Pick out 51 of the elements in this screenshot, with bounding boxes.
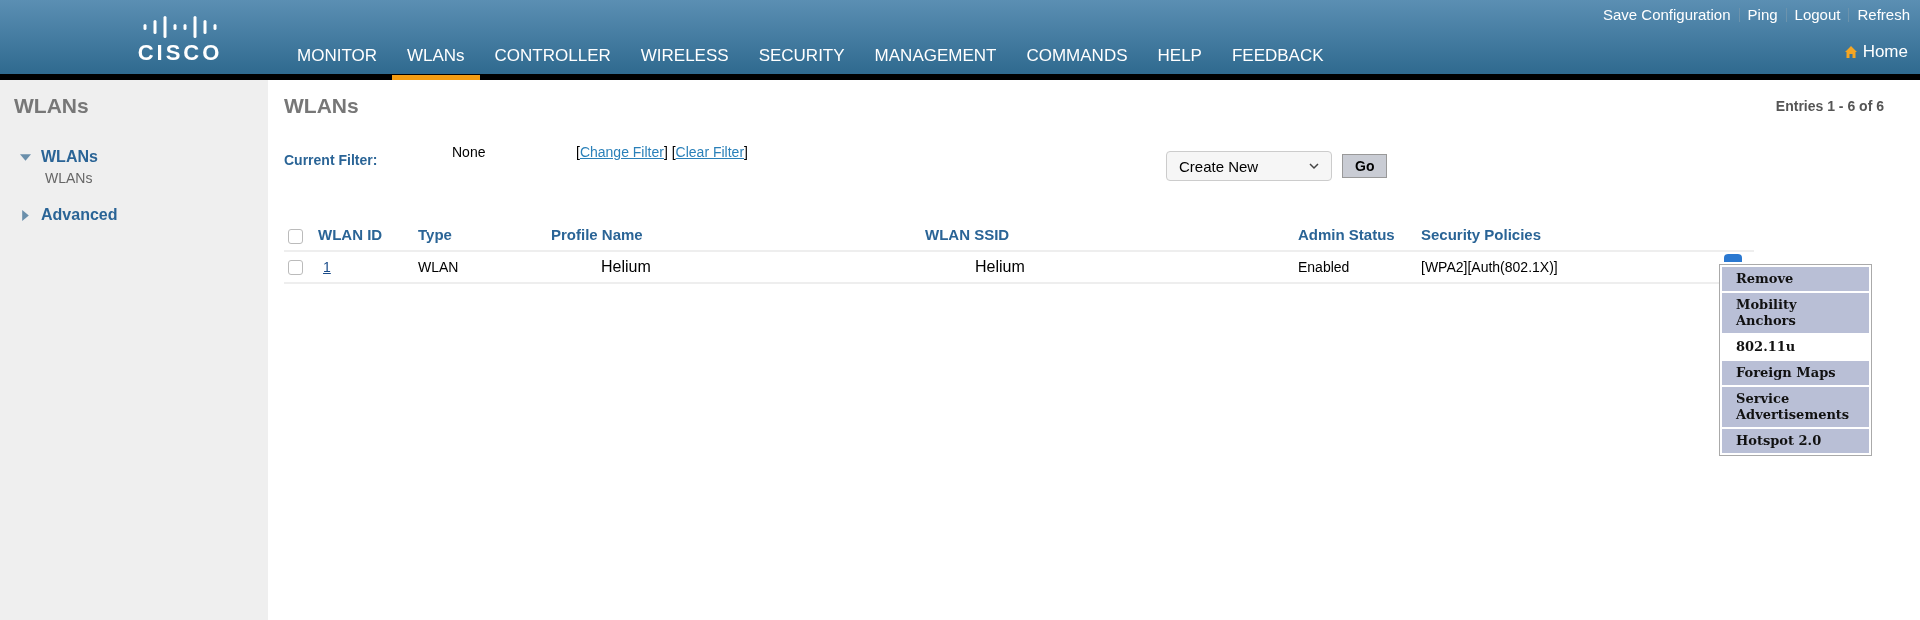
table-cell: Enabled [1298,258,1350,275]
filter-value: None [452,144,487,160]
table-cell: WLAN [418,258,459,275]
select-all-checkbox[interactable] [288,228,303,244]
entries-count: Entries 1 - 6 of 6 [1775,98,1884,114]
column-header: Admin Status [1298,226,1395,244]
nav-tab[interactable]: FEEDBACK [1216,46,1339,80]
table-cell: [WPA2][Auth(802.1X)] [1421,258,1558,275]
house-icon [1843,45,1858,59]
filter-label: Current Filter: [284,152,379,168]
wlan-id-link[interactable]: 1 [323,258,331,275]
table-cell: Helium [601,257,651,275]
logo-bars-icon [143,16,217,38]
nav-tab[interactable]: HELP [1142,46,1217,80]
nav-tab[interactable]: SECURITY [743,46,860,80]
sidebar-item[interactable]: Advanced [41,206,118,224]
header-link[interactable]: Logout [1794,6,1841,23]
chevron-down-icon [1309,162,1319,170]
page-title: WLANs [284,94,359,118]
home-link[interactable]: Home [1843,42,1908,62]
row-checkbox[interactable] [288,259,303,275]
table-cell: Helium [975,257,1025,275]
create-new-dropdown[interactable]: Create New [1166,151,1332,181]
nav-tab[interactable]: WLANs [391,46,480,80]
column-header: Security Policies [1421,226,1542,244]
header-link[interactable]: Save Configuration [1602,6,1731,23]
bracket-text: ] [ [663,144,676,160]
menu-item[interactable]: Hotspot 2.0 [1722,428,1869,453]
column-header: WLAN SSID [925,226,1010,244]
menu-item[interactable]: Foreign Maps [1722,360,1869,385]
header-link[interactable]: Ping [1747,6,1778,23]
sidebar-item[interactable]: WLANs [41,148,98,166]
nav-tab[interactable]: WIRELESS [625,46,744,80]
sidebar-title: WLANs [14,94,90,118]
go-button[interactable]: Go [1342,154,1388,178]
nav-tab[interactable]: MANAGEMENT [859,46,1012,80]
bracket-text: ] [744,144,748,160]
menu-item[interactable]: Service Advertisements [1722,386,1869,427]
column-header: Profile Name [551,226,643,244]
header-link[interactable]: Refresh [1857,6,1910,23]
dropdown-toggle-button[interactable] [1724,253,1742,262]
menu-item[interactable]: Mobility Anchors [1722,292,1869,333]
column-header: WLAN ID [318,226,383,244]
bracket-text: [ [576,144,580,160]
nav-tab[interactable]: CONTROLLER [479,46,626,80]
nav-tab[interactable]: MONITOR [282,46,392,80]
logo-text: CISCO [137,42,223,64]
column-header: Type [418,226,452,244]
menu-item[interactable]: Remove [1722,266,1869,291]
nav-tab[interactable]: COMMANDS [1011,46,1143,80]
sidebar-subitem[interactable]: WLANs [45,170,268,186]
